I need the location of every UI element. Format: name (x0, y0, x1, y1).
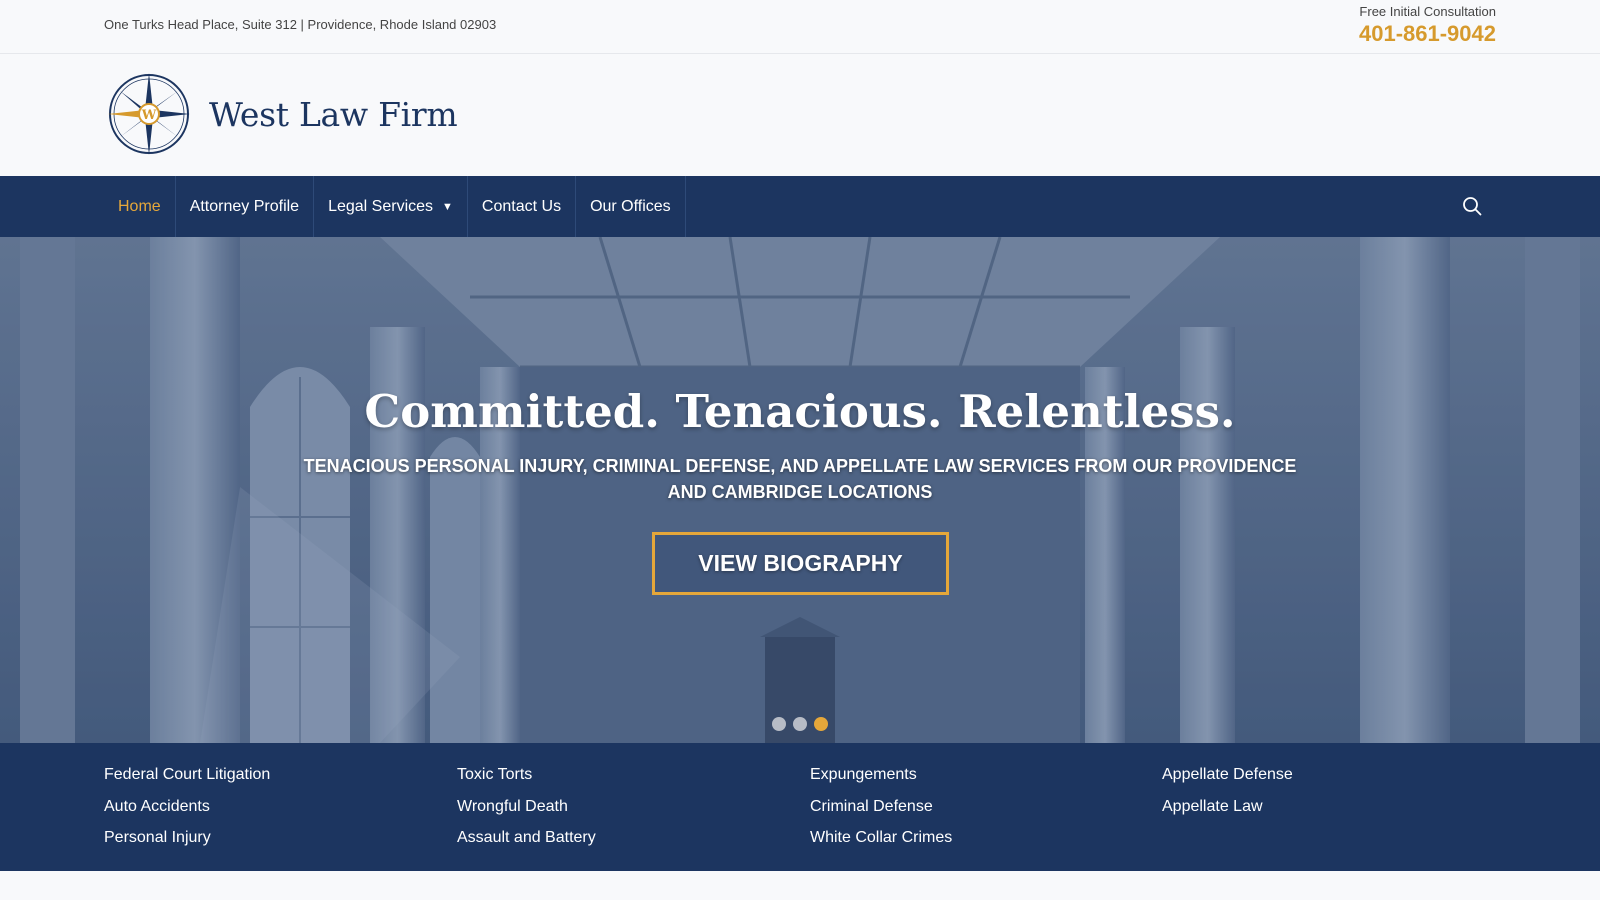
nav-item-attorney-profile[interactable]: Attorney Profile (176, 176, 315, 237)
practice-areas: Federal Court Litigation Auto Accidents … (0, 743, 1600, 871)
office-address: One Turks Head Place, Suite 312 | Provid… (104, 17, 497, 32)
practice-link[interactable]: Auto Accidents (104, 796, 270, 828)
slider-dots (772, 717, 828, 731)
search-icon[interactable] (1462, 196, 1482, 216)
nav-label: Home (118, 197, 161, 215)
consultation-label: Free Initial Consultation (1359, 4, 1496, 19)
practice-link[interactable]: Expungements (810, 764, 952, 796)
hero-slider: Committed. Tenacious. Relentless. TENACI… (0, 237, 1600, 743)
slider-dot[interactable] (793, 717, 807, 731)
practice-link[interactable]: Federal Court Litigation (104, 764, 270, 796)
practice-link[interactable]: White Collar Crimes (810, 827, 952, 859)
nav-item-legal-services[interactable]: Legal Services ▼ (314, 176, 468, 237)
practice-link[interactable]: Personal Injury (104, 827, 270, 859)
hero-subtitle: TENACIOUS PERSONAL INJURY, CRIMINAL DEFE… (303, 456, 1297, 502)
compass-logo-icon[interactable]: W (106, 71, 192, 157)
top-info-bar: One Turks Head Place, Suite 312 | Provid… (0, 0, 1600, 54)
view-biography-button[interactable]: VIEW BIOGRAPHY (652, 532, 949, 595)
practice-link[interactable]: Wrongful Death (457, 796, 596, 828)
practice-link[interactable]: Criminal Defense (810, 796, 952, 828)
practice-column: Toxic Torts Wrongful Death Assault and B… (457, 764, 596, 859)
firm-name[interactable]: West Law Firm (209, 95, 458, 134)
nav-item-our-offices[interactable]: Our Offices (576, 176, 686, 237)
practice-column: Federal Court Litigation Auto Accidents … (104, 764, 270, 859)
slider-dot-active[interactable] (814, 717, 828, 731)
svg-text:W: W (141, 108, 157, 123)
nav-label: Attorney Profile (189, 197, 300, 215)
practice-link[interactable]: Appellate Defense (1162, 764, 1293, 796)
practice-column: Appellate Defense Appellate Law (1162, 764, 1293, 827)
header-brand: W West Law Firm (0, 55, 1600, 176)
consultation-block: Free Initial Consultation 401-861-9042 (1359, 4, 1496, 47)
phone-link[interactable]: 401-861-9042 (1359, 21, 1496, 47)
main-navigation: Home Attorney Profile Legal Services ▼ Co… (0, 176, 1600, 237)
practice-link[interactable]: Assault and Battery (457, 827, 596, 859)
nav-item-contact-us[interactable]: Contact Us (468, 176, 577, 237)
dropdown-caret-icon: ▼ (442, 200, 453, 213)
nav-label: Contact Us (481, 197, 562, 215)
slider-dot[interactable] (772, 717, 786, 731)
hero-title: Committed. Tenacious. Relentless. (364, 385, 1236, 438)
practice-link[interactable]: Appellate Law (1162, 796, 1293, 828)
nav-item-home[interactable]: Home (104, 176, 176, 237)
practice-column: Expungements Criminal Defense White Coll… (810, 764, 952, 859)
nav-label: Our Offices (590, 197, 671, 215)
nav-label: Legal Services (328, 197, 434, 215)
practice-link[interactable]: Toxic Torts (457, 764, 596, 796)
